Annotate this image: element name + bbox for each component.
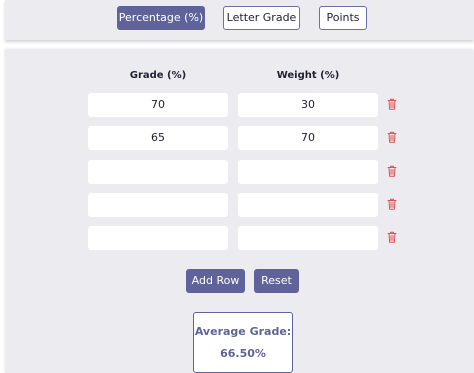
trash-icon[interactable] [387, 198, 397, 210]
trash-icon[interactable] [387, 131, 397, 143]
weight-input[interactable]: 70 [238, 126, 378, 150]
grade-mode-toolbar: Percentage (%) Letter Grade Points [5, 0, 474, 40]
grade-input[interactable]: 65 [88, 126, 228, 150]
weight-column-header: Weight (%) [276, 70, 340, 81]
weight-input[interactable] [238, 193, 378, 217]
average-grade-value: 66.50% [220, 347, 266, 360]
add-row-button[interactable]: Add Row [186, 269, 245, 293]
grade-column-header: Grade (%) [129, 70, 187, 81]
trash-icon[interactable] [387, 98, 397, 110]
letter-grade-mode-button[interactable]: Letter Grade [223, 6, 300, 30]
grade-input[interactable] [88, 226, 228, 250]
trash-icon[interactable] [387, 231, 397, 243]
reset-button[interactable]: Reset [254, 269, 299, 293]
percentage-mode-button[interactable]: Percentage (%) [117, 6, 205, 30]
weight-input[interactable]: 30 [238, 93, 378, 117]
points-mode-button[interactable]: Points [319, 6, 367, 30]
grade-input[interactable]: 70 [88, 93, 228, 117]
grade-input[interactable] [88, 193, 228, 217]
weight-input[interactable] [238, 160, 378, 184]
average-grade-label: Average Grade: [194, 325, 292, 338]
average-grade-card: Average Grade: 66.50% [193, 312, 293, 373]
trash-icon[interactable] [387, 165, 397, 177]
grade-input[interactable] [88, 160, 228, 184]
weight-input[interactable] [238, 226, 378, 250]
